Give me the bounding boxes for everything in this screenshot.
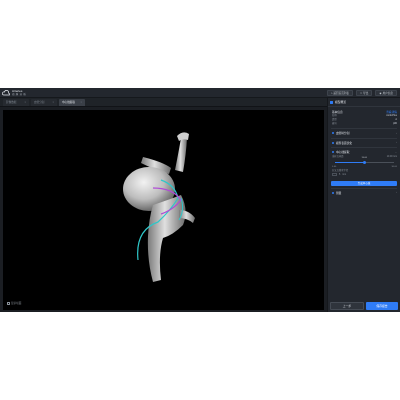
generate-centerline-button[interactable]: 生成中心线 — [331, 180, 397, 186]
status-dot — [332, 141, 334, 144]
user-info-button[interactable]: ◉ 用户信息 — [375, 90, 397, 96]
prev-step-button[interactable]: 上一步 — [330, 302, 364, 310]
section-surface[interactable]: 模型表面优化 › — [328, 138, 400, 147]
top-bar: Arteries 动 脉 分 析 ⌂ 返回首页列表 ⇪ 导出 ◉ 用户信息 — [0, 88, 400, 98]
option-unit: mm — [342, 173, 347, 176]
vessel-3d-model[interactable] — [3, 110, 324, 310]
option-input-row: 5 mm — [332, 173, 397, 177]
user-icon: ◉ — [379, 91, 382, 95]
3d-viewport[interactable]: 显示切面 — [3, 110, 324, 310]
app-window: Arteries 动 脉 分 析 ⌂ 返回首页列表 ⇪ 导出 ◉ 用户信息 影像… — [0, 88, 400, 312]
chevron-right-icon: › — [396, 131, 397, 135]
slider-tooltip: 15.00 — [361, 156, 367, 159]
top-actions: ⌂ 返回首页列表 ⇪ 导出 ◉ 用户信息 — [326, 90, 397, 96]
param-label: 采样点间距 — [332, 155, 344, 158]
export-icon: ⇪ — [359, 91, 363, 95]
home-list-button[interactable]: ⌂ 返回首页列表 — [326, 90, 353, 96]
tab-centerline[interactable]: 中心线提取 × — [59, 99, 85, 106]
view-details-link[interactable]: 查看详情 — [386, 110, 397, 114]
section-title: 模型表面优化 — [336, 141, 353, 145]
tab-bar: 影像数据 × 血管分割 × 中心线提取 × — [0, 98, 327, 107]
option-value: 5 — [339, 173, 341, 176]
info-row: 编号 p#0 — [332, 122, 397, 125]
status-dot — [332, 151, 334, 153]
slice-icon — [7, 301, 10, 305]
logo-subtitle: 动 脉 分 析 — [12, 93, 27, 96]
panel-icon — [330, 100, 333, 104]
show-slice-toggle[interactable]: 显示切面 — [7, 301, 21, 305]
tab-vessel-segmentation[interactable]: 血管分割 × — [31, 99, 57, 106]
right-panel: 模型概览 基本信息 查看详情 名称 AorticPlus 类型 A 编号 p#0 血管… — [327, 98, 400, 312]
tab-image-data[interactable]: 影像数据 × — [3, 99, 29, 106]
status-dot — [332, 191, 334, 194]
main-vessel — [147, 195, 186, 282]
slider-handle[interactable] — [363, 160, 366, 164]
footer-buttons: 上一步 保存报告 — [330, 302, 398, 310]
upper-branch — [175, 138, 187, 172]
cloud-logo-icon — [2, 90, 10, 96]
chevron-right-icon: › — [396, 141, 397, 144]
section-measure[interactable]: 测量 › — [328, 188, 400, 197]
app-logo: Arteries 动 脉 分 析 — [2, 89, 42, 97]
section-title: 中心线提取 — [336, 151, 350, 154]
option-input[interactable] — [332, 173, 337, 176]
chevron-down-icon[interactable]: ⌄ — [395, 151, 397, 154]
slider-fill — [335, 161, 365, 163]
tab-label: 中心线提取 — [62, 101, 75, 104]
show-slice-label: 显示切面 — [11, 302, 22, 305]
close-icon[interactable]: × — [24, 99, 26, 106]
chevron-right-icon: › — [396, 191, 397, 194]
close-icon[interactable]: × — [52, 99, 54, 106]
user-info-label: 用户信息 — [382, 91, 393, 95]
section-title: 测量 — [336, 191, 342, 195]
section-centerline: 中心线提取 ⌄ 采样点间距 10.00 mm 15.00 0.00 30.00 分… — [328, 148, 400, 179]
panel-title: 模型概览 — [335, 100, 347, 104]
save-report-button[interactable]: 保存报告 — [366, 302, 398, 310]
panel-header: 模型概览 — [328, 98, 400, 107]
param-unit: mm — [393, 155, 397, 158]
section-vessel-tree[interactable]: 血管树分割 › — [328, 129, 400, 138]
export-label: 导出 — [363, 91, 369, 95]
sampling-slider[interactable]: 15.00 — [332, 156, 397, 165]
status-dot — [332, 132, 334, 134]
home-list-label: 返回首页列表 — [333, 91, 349, 95]
tab-label: 血管分割 — [34, 101, 45, 104]
range-max: 30.00 — [391, 165, 397, 168]
section-title: 血管树分割 — [336, 132, 350, 135]
param-value: 10.00 — [386, 155, 393, 158]
export-button[interactable]: ⇪ 导出 — [355, 90, 373, 96]
tab-label: 影像数据 — [6, 101, 17, 104]
home-icon: ⌂ — [330, 91, 333, 95]
info-title: 基本信息 — [332, 110, 343, 114]
info-section: 基本信息 查看详情 名称 AorticPlus 类型 A 编号 p#0 — [328, 107, 400, 128]
close-icon[interactable]: × — [80, 99, 82, 106]
